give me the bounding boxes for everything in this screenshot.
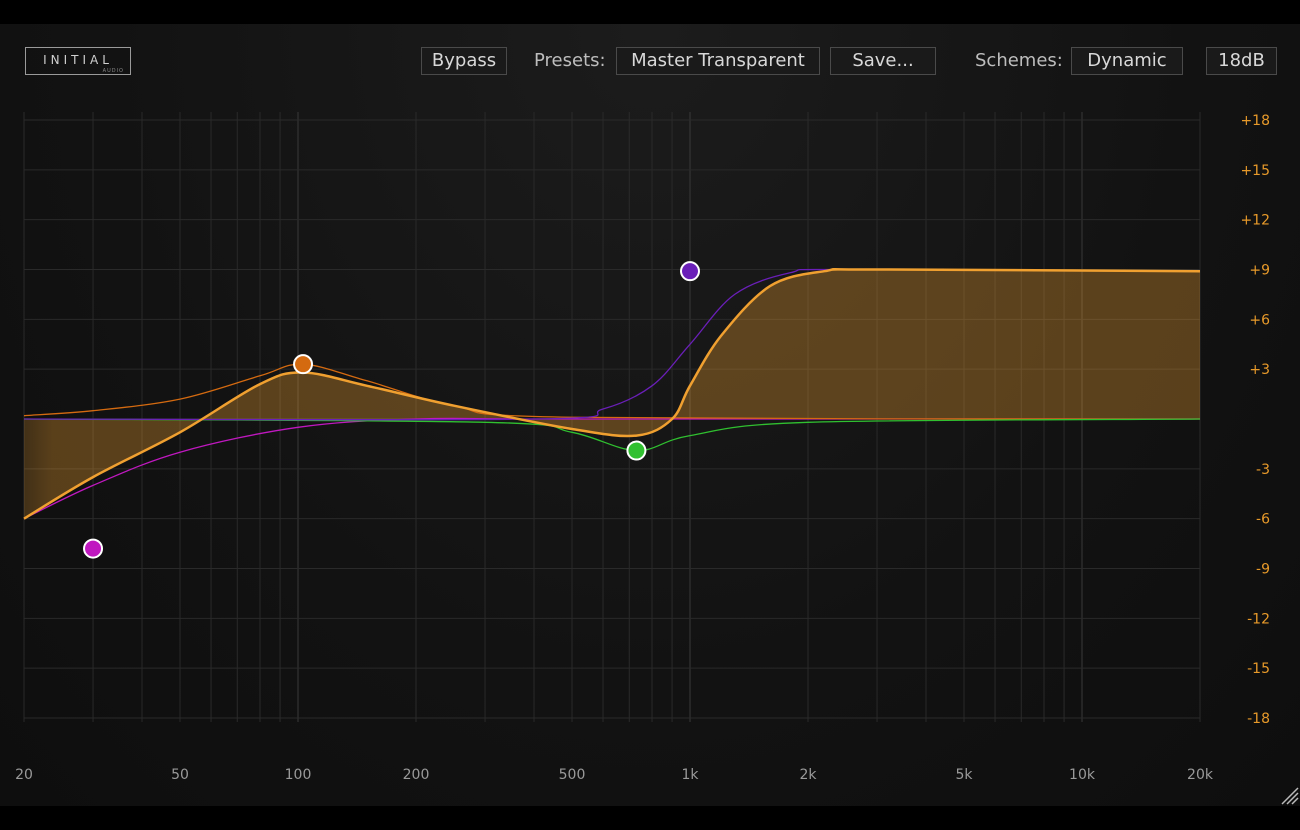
frequency-label: 5k (955, 767, 973, 783)
frequency-label: 2k (799, 767, 817, 783)
frequency-label: 10k (1069, 767, 1096, 783)
range-selector[interactable]: 18dB (1206, 47, 1277, 75)
frequency-label: 20 (15, 767, 33, 783)
eq-graph[interactable]: +18+15+12+9+6+3-3-6-9-12-15-18 20 50 100 20… (0, 24, 1300, 806)
db-label: -18 (1247, 711, 1270, 727)
presets-label: Presets: (534, 50, 606, 71)
bypass-button[interactable]: Bypass (421, 47, 507, 75)
db-label: +15 (1240, 163, 1270, 179)
band-handle-bell-mid[interactable] (626, 440, 647, 461)
db-label: +9 (1249, 263, 1270, 279)
db-label: -15 (1247, 661, 1270, 677)
frequency-label: 200 (403, 767, 430, 783)
schemes-label: Schemes: (975, 50, 1063, 71)
resize-handle-icon[interactable] (1278, 784, 1300, 806)
db-label: -12 (1247, 611, 1270, 627)
db-label: +18 (1240, 113, 1270, 129)
db-label: +6 (1249, 312, 1270, 328)
db-scale: +18 +15 +12 +9 +6 +3 -3 -6 -9 -12 -15 -18 (1240, 113, 1270, 727)
preset-selector[interactable]: Master Transparent (616, 47, 820, 75)
logo-subtext: AUDIO (102, 68, 124, 74)
band-handle-bell-low[interactable] (293, 354, 314, 375)
db-label: -6 (1256, 512, 1270, 528)
scheme-selector[interactable]: Dynamic (1071, 47, 1183, 75)
frequency-scale: 20 50 100 200 500 1k 2k 5k 10k 20k (15, 767, 1214, 783)
save-preset-button[interactable]: Save... (830, 47, 936, 75)
frequency-label: 1k (681, 767, 699, 783)
band-handle-high-shelf[interactable] (679, 261, 700, 282)
eq-window: +18 +15 +12 +9 +6 +3 -3 -6 -9 -12 -15 -18 20 50 100 20… (0, 24, 1300, 806)
frequency-label: 50 (171, 767, 189, 783)
frequency-label: 500 (559, 767, 586, 783)
db-label: -3 (1256, 462, 1270, 478)
db-label: +3 (1249, 362, 1270, 378)
logo-text: INITIAL (43, 53, 113, 67)
db-label: +12 (1240, 213, 1270, 229)
band-handle-low-cut[interactable] (83, 538, 104, 559)
frequency-label: 100 (285, 767, 312, 783)
frequency-label: 20k (1187, 767, 1214, 783)
db-label: -9 (1256, 562, 1270, 578)
initial-audio-logo: INITIAL AUDIO (25, 47, 131, 75)
